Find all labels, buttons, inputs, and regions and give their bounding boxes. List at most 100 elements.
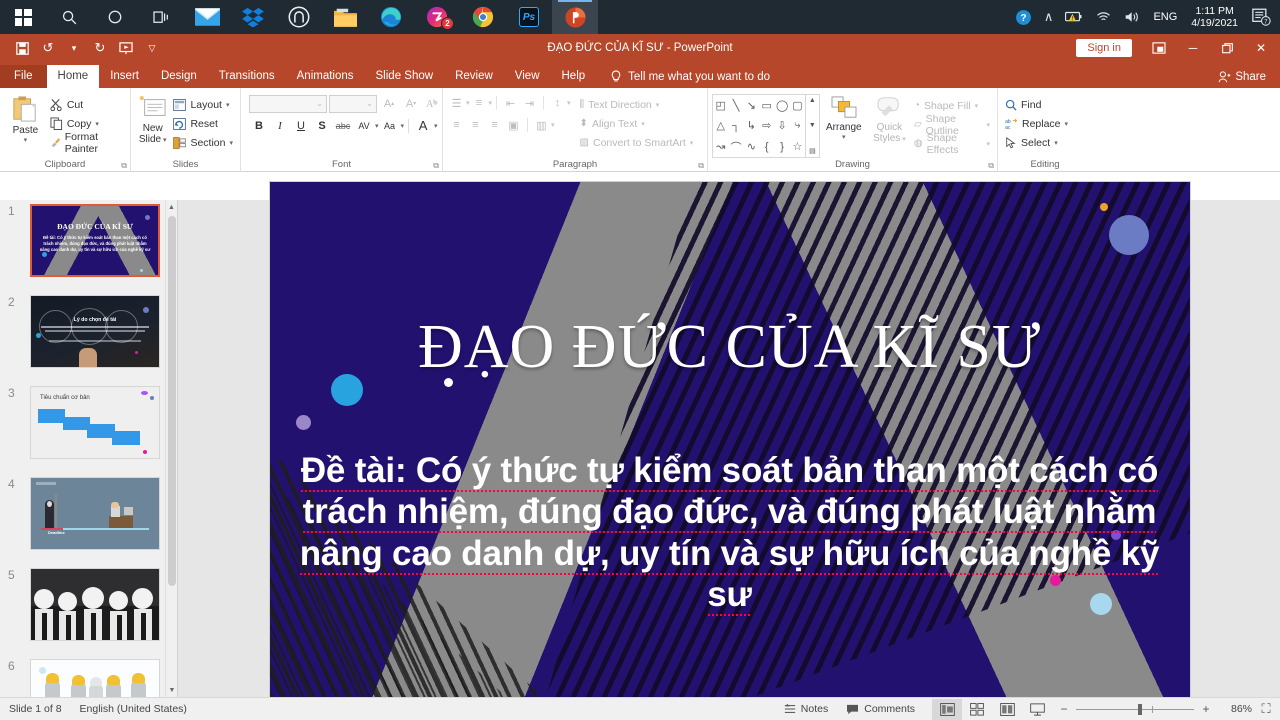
slide-thumbnail-pane[interactable]: 1 ĐẠO ĐỨC CỦA KĨ SƯ Đề tài: Có ý thức tự… <box>0 200 178 697</box>
photoshop-button[interactable]: Ps <box>506 0 552 34</box>
thumbnail-row[interactable]: 1 ĐẠO ĐỨC CỦA KĨ SƯ Đề tài: Có ý thức tự… <box>0 200 177 291</box>
shapes-scroll-down-icon[interactable]: ▼ <box>809 122 816 129</box>
shape-item[interactable]: ↘ <box>747 99 756 112</box>
shapes-scroll-up-icon[interactable]: ▲ <box>809 97 816 104</box>
align-text-caret[interactable]: ▾ <box>641 120 645 128</box>
undo-dropdown[interactable]: ▾ <box>62 37 86 59</box>
change-case-button[interactable]: Aa <box>380 116 400 135</box>
text-shadow-button[interactable]: S <box>312 116 332 135</box>
notes-button[interactable]: Notes <box>775 703 837 715</box>
language-indicator[interactable]: ENG <box>1147 0 1183 34</box>
font-size-combobox[interactable]: ⌄ <box>329 94 377 113</box>
show-hidden-icons-chevron[interactable]: ∧ <box>1038 0 1060 34</box>
tab-insert[interactable]: Insert <box>99 65 150 88</box>
question-circle-icon[interactable]: ? <box>1009 0 1038 34</box>
thumbnail-row[interactable]: 2 Lý do chọn đề tài <box>0 291 177 382</box>
tab-design[interactable]: Design <box>150 65 208 88</box>
slide-body-text[interactable]: Đề tài: Có ý thức tự kiểm soát bản than … <box>284 450 1176 616</box>
zoom-slider[interactable] <box>1076 699 1194 720</box>
paste-dropdown-caret[interactable]: ▾ <box>24 136 28 144</box>
thumbnail-scrollbar[interactable]: ▲ ▼ <box>165 200 177 697</box>
microsoft-edge-button[interactable] <box>368 0 414 34</box>
arrange-caret[interactable]: ▾ <box>842 133 846 141</box>
scroll-down-icon[interactable]: ▼ <box>166 683 177 697</box>
file-explorer-button[interactable] <box>322 0 368 34</box>
format-painter-button[interactable]: Format Painter <box>47 131 126 155</box>
smartart-caret[interactable]: ▾ <box>690 139 694 147</box>
slide-show-button[interactable] <box>1022 699 1052 720</box>
numbering-button[interactable]: ≡ <box>470 94 489 112</box>
slide-thumbnail-4[interactable]: Deadline <box>30 477 160 550</box>
zoom-in-button[interactable]: + <box>1194 699 1218 720</box>
align-left-button[interactable]: ≡ <box>447 116 466 134</box>
tab-animations[interactable]: Animations <box>286 65 365 88</box>
tab-file[interactable]: File <box>0 65 47 88</box>
slide-thumbnail-3[interactable]: Tiêu chuẩn cơ bản <box>30 386 160 459</box>
cortana-button[interactable] <box>92 0 138 34</box>
reading-view-button[interactable] <box>992 699 1022 720</box>
decrease-font-size-button[interactable]: A ▾ <box>401 94 421 113</box>
shape-effects-caret[interactable]: ▾ <box>986 140 990 148</box>
shape-item[interactable]: ⤷ <box>794 119 800 132</box>
clock[interactable]: 1:11 PM 4/19/2021 <box>1183 5 1246 29</box>
slide-editing-surface[interactable]: ĐẠO ĐỨC CỦA KĨ SƯ Đề tài: Có ý thức tự k… <box>269 182 1190 699</box>
strikethrough-button[interactable]: abc <box>333 116 353 135</box>
slide-thumbnail-1[interactable]: ĐẠO ĐỨC CỦA KĨ SƯ Đề tài: Có ý thức tự k… <box>30 204 160 277</box>
align-text-button[interactable]: ⬍ Align Text ▾ <box>577 114 697 133</box>
line-spacing-button[interactable]: ↕ <box>548 94 567 112</box>
tell-me-box[interactable]: Tell me what you want to do <box>596 70 770 88</box>
bullets-button[interactable]: ☰ <box>447 94 466 112</box>
fit-slide-to-window-button[interactable]: ⛶ <box>1252 699 1280 720</box>
bold-button[interactable]: B <box>249 116 269 135</box>
find-button[interactable]: Find <box>1002 95 1071 114</box>
arch-app-button[interactable] <box>276 0 322 34</box>
close-button[interactable]: ✕ <box>1244 34 1278 62</box>
slide-counter[interactable]: Slide 1 of 8 <box>0 703 71 715</box>
shape-item[interactable]: ↳ <box>747 119 756 132</box>
shape-item[interactable]: ⇨ <box>762 119 771 132</box>
scroll-up-icon[interactable]: ▲ <box>166 200 177 214</box>
clipboard-dialog-launcher[interactable]: ⧉ <box>121 161 127 171</box>
slide-thumbnail-5[interactable] <box>30 568 160 641</box>
numbering-caret[interactable]: ▾ <box>489 99 493 107</box>
section-button[interactable]: Section ▾ <box>170 133 236 152</box>
layout-dropdown-caret[interactable]: ▾ <box>226 101 230 109</box>
text-direction-button[interactable]: ⫼ Text Direction ▾ <box>577 95 697 114</box>
mail-app-button[interactable] <box>184 0 230 34</box>
shape-fill-caret[interactable]: ▾ <box>975 102 979 110</box>
reset-button[interactable]: Reset <box>170 114 236 133</box>
shape-outline-caret[interactable]: ▾ <box>986 121 990 129</box>
justify-button[interactable]: ▣ <box>504 116 523 134</box>
section-dropdown-caret[interactable]: ▾ <box>229 139 233 147</box>
cut-button[interactable]: Cut <box>47 95 126 114</box>
slide-thumbnail-2[interactable]: Lý do chọn đề tài <box>30 295 160 368</box>
columns-caret[interactable]: ▾ <box>551 121 555 129</box>
shape-item[interactable]: } <box>780 141 784 153</box>
tab-view[interactable]: View <box>504 65 551 88</box>
zoom-out-button[interactable]: − <box>1052 699 1076 720</box>
font-color-caret[interactable]: ▾ <box>434 122 438 130</box>
start-button[interactable] <box>0 0 46 34</box>
tab-slide-show[interactable]: Slide Show <box>365 65 445 88</box>
character-spacing-button[interactable]: AV <box>354 116 374 135</box>
increase-indent-button[interactable]: ⇥ <box>520 94 539 112</box>
shape-item[interactable]: ∿ <box>747 140 756 153</box>
undo-button[interactable]: ↺ <box>36 37 60 59</box>
slide-thumbnail-6[interactable] <box>30 659 160 697</box>
slide-sorter-view-button[interactable] <box>962 699 992 720</box>
zoom-slider-handle[interactable] <box>1138 703 1142 715</box>
layout-button[interactable]: Layout ▾ <box>170 95 236 114</box>
messenger-app-button[interactable]: 2 <box>414 0 460 34</box>
thumbnail-row[interactable]: 4 Deadline <box>0 473 177 564</box>
shape-item[interactable]: ⇩ <box>777 119 786 132</box>
shape-item[interactable]: ☆ <box>793 140 803 153</box>
align-right-button[interactable]: ≡ <box>485 116 504 134</box>
normal-view-button[interactable] <box>932 698 962 720</box>
quick-styles-button[interactable]: Quick Styles ▾ <box>868 94 911 158</box>
scrollbar-thumb[interactable] <box>168 216 176 586</box>
sign-in-button[interactable]: Sign in <box>1076 39 1132 57</box>
shape-item[interactable]: ⌒ <box>731 139 742 155</box>
task-view-button[interactable] <box>138 0 184 34</box>
font-name-combobox[interactable]: ⌄ <box>249 94 327 113</box>
font-color-button[interactable]: A <box>413 116 433 135</box>
